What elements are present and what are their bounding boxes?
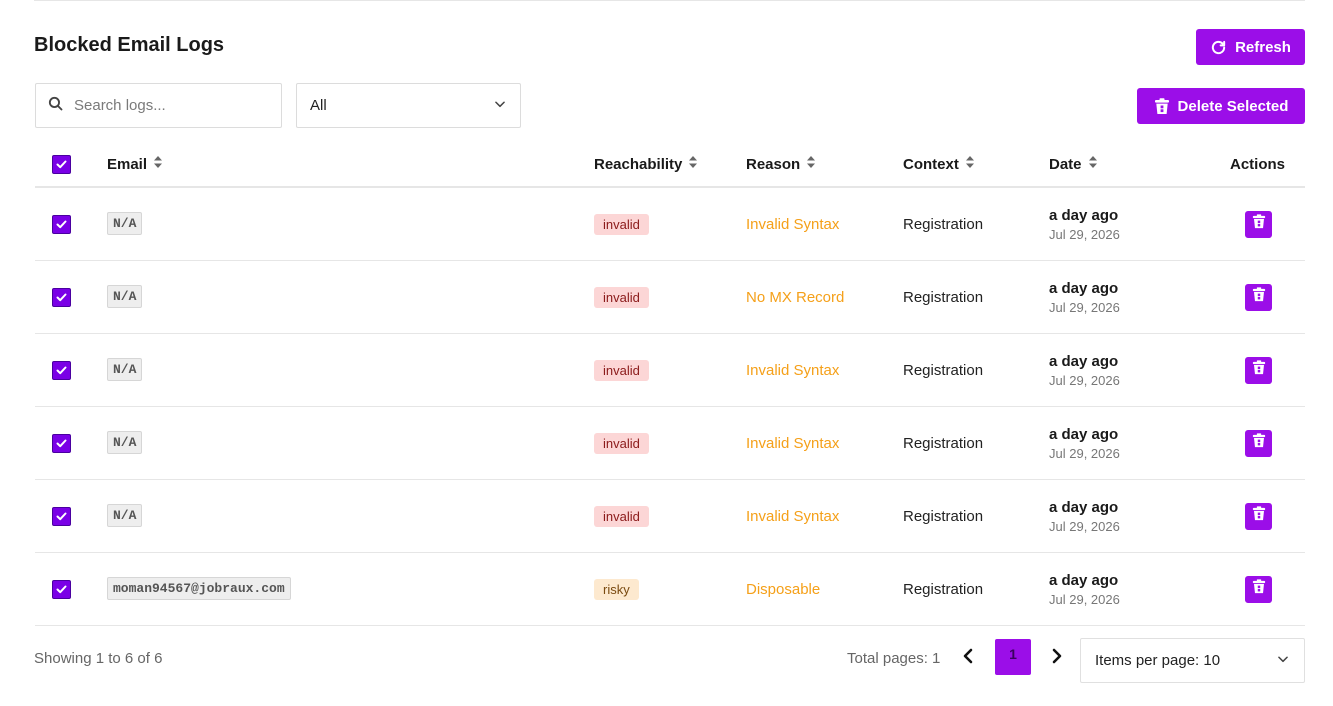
sort-icon [153, 155, 163, 173]
sort-icon [965, 155, 975, 173]
chevron-down-icon [1276, 652, 1290, 670]
email-value: N/A [107, 285, 143, 308]
email-value: moman94567@jobraux.com [107, 577, 291, 600]
trash-icon [1252, 287, 1266, 307]
search-icon [47, 95, 64, 117]
trash-icon [1252, 579, 1266, 599]
row-checkbox[interactable] [52, 360, 71, 380]
context-text: Registration [903, 215, 984, 233]
context-text: Registration [903, 580, 984, 598]
trash-icon [1154, 97, 1170, 115]
sort-icon [1088, 155, 1098, 173]
delete-selected-label: Delete Selected [1177, 97, 1289, 115]
items-per-page-label: Items per page: 10 [1095, 652, 1221, 669]
refresh-icon [1210, 39, 1227, 56]
date-absolute: Jul 29, 2026 [1049, 445, 1120, 461]
reason-text: Disposable [746, 580, 821, 598]
date-absolute: Jul 29, 2026 [1049, 299, 1120, 315]
trash-icon [1252, 433, 1266, 453]
refresh-label: Refresh [1235, 38, 1291, 56]
search-box[interactable] [35, 83, 282, 128]
sort-icon [688, 155, 698, 173]
context-text: Registration [903, 288, 984, 306]
row-checkbox[interactable] [52, 433, 71, 453]
row-checkbox[interactable] [52, 214, 71, 234]
column-header-date[interactable]: Date [1049, 142, 1098, 186]
column-header-reachability[interactable]: Reachability [594, 142, 698, 186]
search-input[interactable] [74, 97, 264, 114]
top-divider [34, 0, 1305, 1]
reachability-badge: invalid [594, 286, 649, 308]
column-header-context[interactable]: Context [903, 142, 975, 186]
date-relative: a day ago [1049, 425, 1119, 443]
column-header-reason[interactable]: Reason [746, 142, 816, 186]
items-per-page-select[interactable]: Items per page: 10 [1080, 638, 1305, 683]
table-row: N/A invalid Invalid Syntax Registration … [35, 480, 1305, 553]
total-pages: Total pages: 1 [847, 650, 941, 667]
context-text: Registration [903, 507, 984, 525]
reason-text: Invalid Syntax [746, 215, 840, 233]
trash-icon [1252, 214, 1266, 234]
date-relative: a day ago [1049, 352, 1119, 370]
date-absolute: Jul 29, 2026 [1049, 591, 1120, 607]
chevron-right-icon [1050, 648, 1064, 669]
date-relative: a day ago [1049, 498, 1119, 516]
column-header-actions: Actions [1230, 155, 1286, 173]
delete-row-button[interactable] [1245, 429, 1272, 457]
status-filter-value: All [310, 97, 327, 114]
select-all-checkbox[interactable] [52, 154, 71, 174]
delete-row-button[interactable] [1245, 210, 1272, 238]
refresh-button[interactable]: Refresh [1196, 29, 1305, 65]
sort-icon [806, 155, 816, 173]
reachability-badge: risky [594, 578, 639, 600]
row-checkbox[interactable] [52, 506, 71, 526]
email-value: N/A [107, 504, 143, 527]
next-page-button[interactable] [1047, 648, 1067, 668]
reachability-badge: invalid [594, 432, 649, 454]
email-value: N/A [107, 212, 143, 235]
table-row: N/A invalid Invalid Syntax Registration … [35, 334, 1305, 407]
page-number-button[interactable]: 1 [995, 639, 1031, 675]
delete-row-button[interactable] [1245, 575, 1272, 603]
date-absolute: Jul 29, 2026 [1049, 372, 1120, 388]
chevron-left-icon [961, 648, 975, 669]
trash-icon [1252, 360, 1266, 380]
email-value: N/A [107, 431, 143, 454]
reachability-badge: invalid [594, 505, 649, 527]
table-row: N/A invalid Invalid Syntax Registration … [35, 188, 1305, 261]
select-all-cell [52, 142, 71, 186]
reason-text: No MX Record [746, 288, 845, 306]
page-title: Blocked Email Logs [34, 34, 225, 56]
reason-text: Invalid Syntax [746, 507, 840, 525]
reason-text: Invalid Syntax [746, 434, 840, 452]
reason-text: Invalid Syntax [746, 361, 840, 379]
email-value: N/A [107, 358, 143, 381]
table-header: Email Reachability Reason Context Date A… [35, 142, 1305, 188]
delete-row-button[interactable] [1245, 356, 1272, 384]
context-text: Registration [903, 434, 984, 452]
previous-page-button[interactable] [958, 648, 978, 668]
context-text: Registration [903, 361, 984, 379]
reachability-badge: invalid [594, 213, 649, 235]
table-row: N/A invalid No MX Record Registration a … [35, 261, 1305, 334]
logs-table: Email Reachability Reason Context Date A… [35, 142, 1305, 626]
table-row: N/A invalid Invalid Syntax Registration … [35, 407, 1305, 480]
trash-icon [1252, 506, 1266, 526]
date-relative: a day ago [1049, 571, 1119, 589]
column-header-email[interactable]: Email [107, 142, 163, 186]
date-absolute: Jul 29, 2026 [1049, 226, 1120, 242]
status-filter-select[interactable]: All [296, 83, 521, 128]
chevron-down-icon [493, 97, 507, 115]
row-checkbox[interactable] [52, 579, 71, 599]
delete-row-button[interactable] [1245, 283, 1272, 311]
date-relative: a day ago [1049, 279, 1119, 297]
table-row: moman94567@jobraux.com risky Disposable … [35, 553, 1305, 626]
date-relative: a day ago [1049, 206, 1119, 224]
reachability-badge: invalid [594, 359, 649, 381]
showing-summary: Showing 1 to 6 of 6 [34, 650, 163, 667]
delete-row-button[interactable] [1245, 502, 1272, 530]
row-checkbox[interactable] [52, 287, 71, 307]
delete-selected-button[interactable]: Delete Selected [1137, 88, 1305, 124]
date-absolute: Jul 29, 2026 [1049, 518, 1120, 534]
